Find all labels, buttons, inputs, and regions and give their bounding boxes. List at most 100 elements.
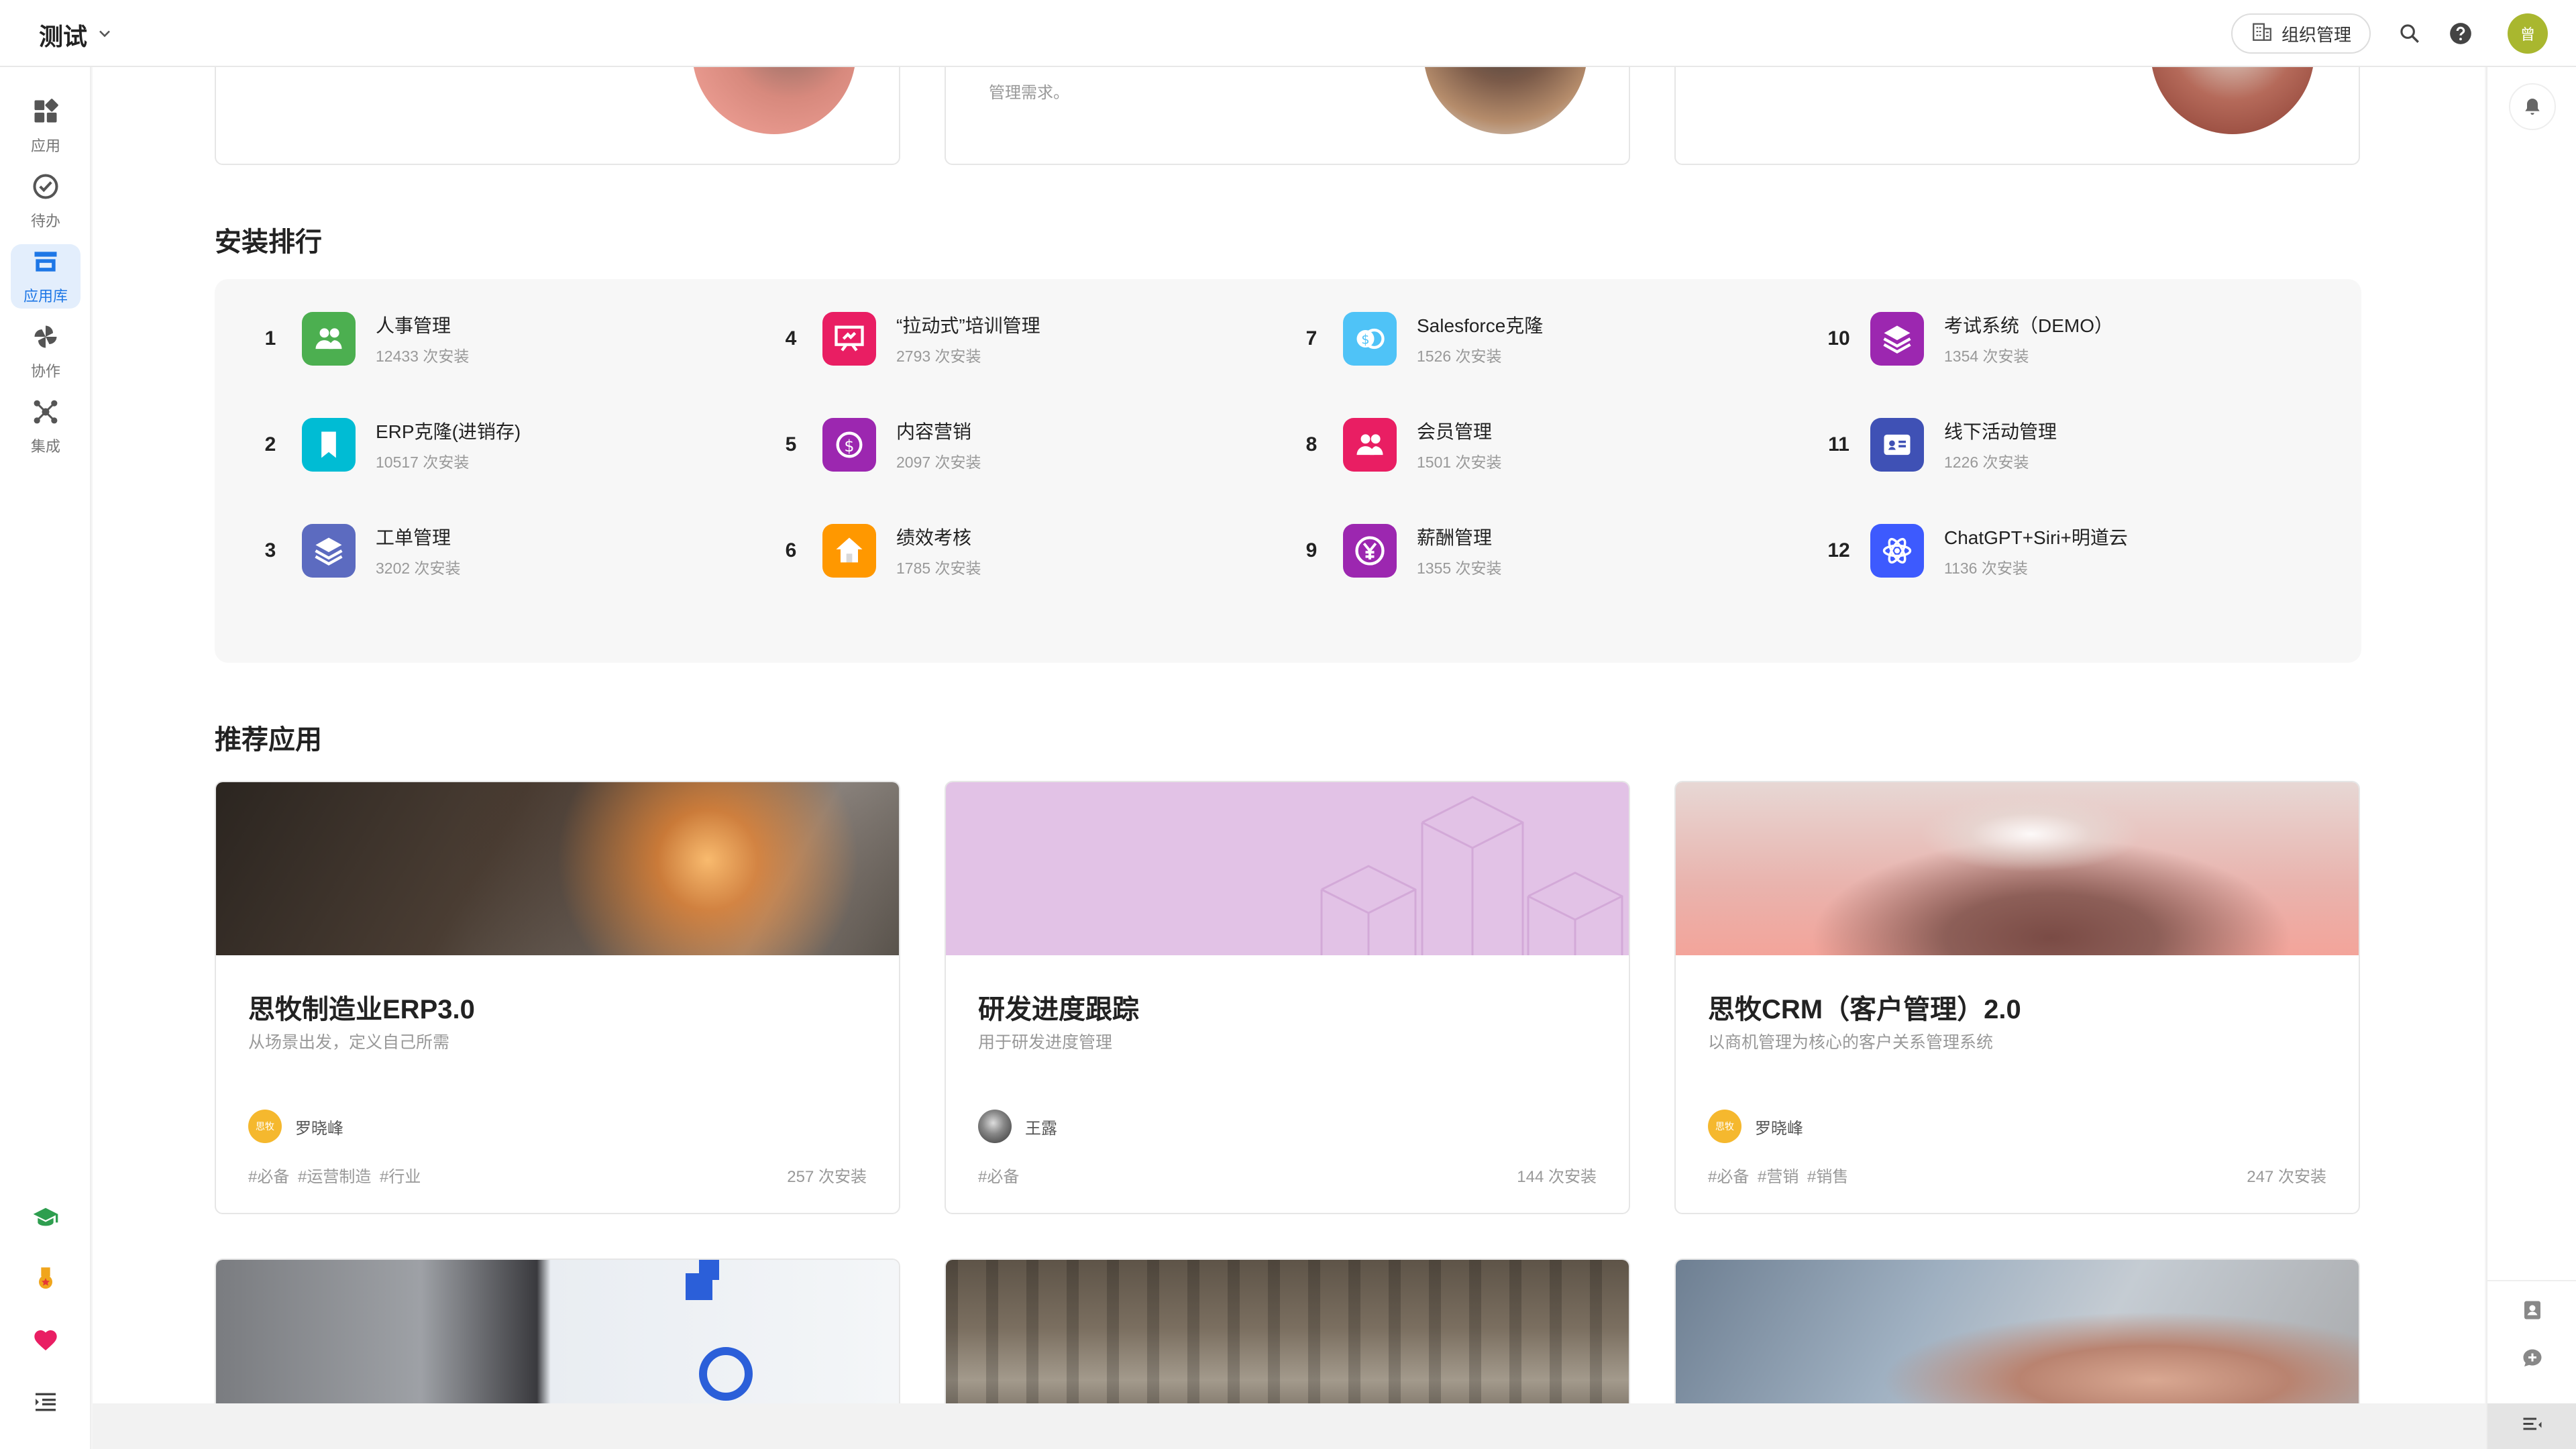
rank-item[interactable]: 3 工单管理 3202 次安装 bbox=[251, 523, 461, 578]
building-icon bbox=[2251, 20, 2273, 48]
rank-install-count: 12433 次安装 bbox=[376, 347, 470, 365]
home-icon bbox=[822, 524, 876, 578]
rank-item[interactable]: 7 $ Salesforce克隆 1526 次安装 bbox=[1292, 311, 1543, 366]
recommended-title: 推荐应用 bbox=[215, 725, 322, 755]
nav-label: 待办 bbox=[30, 213, 60, 229]
help-icon[interactable] bbox=[2446, 19, 2475, 48]
rank-install-count: 2793 次安装 bbox=[896, 347, 981, 365]
left-nav: 应用 待办 应用库 协作 集成 bbox=[0, 67, 91, 1449]
rank-install-count: 1501 次安装 bbox=[1417, 453, 1502, 471]
bottom-strip bbox=[93, 1403, 2486, 1449]
right-rail bbox=[2486, 67, 2576, 1449]
card-subtitle: 从场景出发，定义自己所需 bbox=[248, 1033, 450, 1052]
contacts-icon[interactable] bbox=[2516, 1293, 2549, 1327]
rank-app-name: ERP克隆(进销存) bbox=[376, 421, 521, 442]
rank-app-name: “拉动式”培训管理 bbox=[896, 315, 1040, 336]
app-card[interactable]: 思牧制造业ERP3.0 从场景出发，定义自己所需 思牧 罗晓峰 #必备 #运营制… bbox=[215, 781, 900, 1214]
nav-item-app-store[interactable]: 应用库 bbox=[11, 244, 80, 309]
avatar: 思牧 bbox=[1708, 1110, 1741, 1143]
rank-item[interactable]: 5 $ 内容营销 2097 次安装 bbox=[771, 417, 981, 472]
rank-item[interactable]: 8 会员管理 1501 次安装 bbox=[1292, 417, 1502, 472]
rank-item[interactable]: 4 “拉动式”培训管理 2793 次安装 bbox=[771, 311, 1040, 366]
rank-app-name: Salesforce克隆 bbox=[1417, 315, 1544, 336]
rank-text: 考试系统（DEMO） 1354 次安装 bbox=[1944, 311, 2113, 366]
nav-item-apps[interactable]: 应用 bbox=[11, 94, 80, 158]
rank-item[interactable]: 12 ChatGPT+Siri+明道云 1136 次安装 bbox=[1819, 523, 2128, 578]
store-icon bbox=[31, 247, 60, 280]
rank-item[interactable]: 6 绩效考核 1785 次安装 bbox=[771, 523, 981, 578]
chat-add-icon[interactable] bbox=[2516, 1342, 2549, 1375]
rank-text: ERP克隆(进销存) 10517 次安装 bbox=[376, 417, 521, 472]
presentation-icon bbox=[822, 312, 876, 366]
rank-install-count: 1354 次安装 bbox=[1944, 347, 2029, 365]
featured-card[interactable] bbox=[1674, 67, 2360, 165]
menu-indent-icon[interactable] bbox=[30, 1386, 62, 1418]
rank-number: 4 bbox=[785, 327, 797, 350]
graduation-cap-icon[interactable] bbox=[30, 1201, 62, 1233]
top-bar: 测试 组织管理 曾 bbox=[0, 0, 2576, 67]
app-card[interactable]: 思牧CRM（客户管理）2.0 以商机管理为核心的客户关系管理系统 思牧 罗晓峰 … bbox=[1674, 781, 2360, 1214]
author-name: 罗晓峰 bbox=[1755, 1119, 1803, 1138]
rank-number: 1 bbox=[264, 327, 276, 350]
apps-icon bbox=[31, 97, 60, 130]
org-management-button[interactable]: 组织管理 bbox=[2231, 13, 2371, 54]
collapse-panel-button[interactable] bbox=[2487, 1403, 2576, 1449]
rank-app-name: 工单管理 bbox=[376, 527, 451, 548]
rank-text: 会员管理 1501 次安装 bbox=[1417, 417, 1502, 472]
rank-item[interactable]: 2 ERP克隆(进销存) 10517 次安装 bbox=[251, 417, 521, 472]
ranking-panel: 1 人事管理 12433 次安装 2 ERP克隆(进销存) 10517 次安装 3 工单管理 3… bbox=[215, 279, 2361, 663]
rank-number: 12 bbox=[1827, 539, 1850, 561]
card-banner-image bbox=[216, 1260, 899, 1403]
rank-number: 9 bbox=[1305, 539, 1318, 561]
nav-item-integration[interactable]: 集成 bbox=[11, 394, 80, 459]
avatar-text: 思牧 bbox=[256, 1121, 274, 1132]
rank-item[interactable]: 11 线下活动管理 1226 次安装 bbox=[1819, 417, 2057, 472]
app-card[interactable] bbox=[215, 1258, 900, 1403]
main-content: 管理需求。 安装排行 1 人事管理 12433 次安装 2 ERP克隆(进销存) 1051… bbox=[93, 67, 2485, 1403]
rank-text: Salesforce克隆 1526 次安装 bbox=[1417, 311, 1543, 366]
rank-text: 线下活动管理 1226 次安装 bbox=[1944, 417, 2057, 472]
search-icon[interactable] bbox=[2395, 19, 2424, 48]
rank-app-name: 线下活动管理 bbox=[1944, 421, 2057, 442]
rank-text: 工单管理 3202 次安装 bbox=[376, 523, 461, 578]
card-banner-image bbox=[1676, 1260, 2359, 1403]
workspace-switcher[interactable]: 测试 bbox=[39, 17, 114, 52]
card-tags: #必备 bbox=[978, 1168, 1020, 1186]
rank-item[interactable]: 1 人事管理 12433 次安装 bbox=[251, 311, 469, 366]
nav-item-collab[interactable]: 协作 bbox=[11, 319, 80, 384]
featured-card[interactable] bbox=[215, 67, 900, 165]
atom-icon bbox=[1870, 524, 1924, 578]
rank-app-name: 考试系统（DEMO） bbox=[1944, 315, 2114, 336]
integration-icon bbox=[31, 397, 60, 431]
featured-card[interactable]: 管理需求。 bbox=[945, 67, 1630, 165]
rank-text: “拉动式”培训管理 2793 次安装 bbox=[896, 311, 1040, 366]
coins-icon: $ bbox=[1343, 312, 1397, 366]
svg-text:$: $ bbox=[1361, 332, 1369, 347]
card-banner-image bbox=[216, 782, 899, 955]
workspace-title: 测试 bbox=[39, 23, 88, 50]
rank-install-count: 1355 次安装 bbox=[1417, 559, 1502, 577]
card-tags: #必备 #运营制造 #行业 bbox=[248, 1168, 421, 1186]
rank-number: 11 bbox=[1828, 433, 1849, 455]
people-icon bbox=[302, 312, 356, 366]
nav-item-todo[interactable]: 待办 bbox=[11, 169, 80, 233]
rank-install-count: 10517 次安装 bbox=[376, 453, 470, 471]
rank-text: 人事管理 12433 次安装 bbox=[376, 311, 469, 366]
rank-item[interactable]: 9 薪酬管理 1355 次安装 bbox=[1292, 523, 1502, 578]
medal-icon[interactable] bbox=[30, 1263, 62, 1295]
pinwheel-icon bbox=[31, 322, 60, 356]
app-card[interactable]: 研发进度跟踪 用于研发进度管理 王露 #必备 144 次安装 bbox=[945, 781, 1630, 1214]
bell-icon[interactable] bbox=[2509, 83, 2556, 130]
rank-install-count: 1785 次安装 bbox=[896, 559, 981, 577]
rank-install-count: 1226 次安装 bbox=[1944, 453, 2029, 471]
heart-icon[interactable] bbox=[30, 1324, 62, 1356]
rank-install-count: 1136 次安装 bbox=[1944, 559, 2028, 577]
user-avatar[interactable]: 曾 bbox=[2508, 13, 2548, 54]
app-card[interactable] bbox=[945, 1258, 1630, 1403]
rank-install-count: 2097 次安装 bbox=[896, 453, 981, 471]
rank-item[interactable]: 10 考试系统（DEMO） 1354 次安装 bbox=[1819, 311, 2113, 366]
rank-app-name: 绩效考核 bbox=[896, 527, 972, 548]
card-title: 思牧CRM（客户管理）2.0 bbox=[1708, 995, 2021, 1024]
app-card[interactable] bbox=[1674, 1258, 2360, 1403]
bookmark-icon bbox=[302, 418, 356, 472]
